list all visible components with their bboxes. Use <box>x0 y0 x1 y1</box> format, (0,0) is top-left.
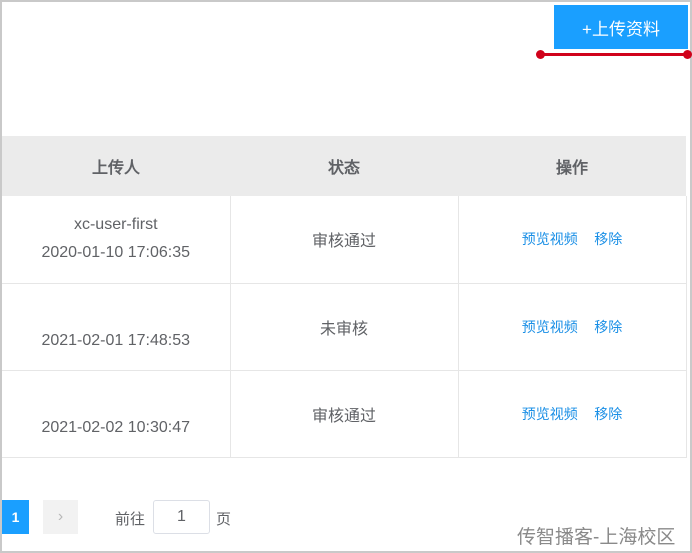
annotation-dot-right <box>683 50 692 59</box>
annotation-dot-left <box>536 50 545 59</box>
column-header-status: 状态 <box>230 136 458 196</box>
remove-link[interactable]: 移除 <box>594 319 622 335</box>
materials-table: 上传人 状态 操作 xc-user-first 2020-01-10 17:06… <box>2 136 687 458</box>
watermark-text: 传智播客-上海校区 <box>517 527 676 548</box>
actions-cell: 预览视频 移除 <box>458 370 687 458</box>
annotation-underline <box>540 53 688 56</box>
status-cell: 审核通过 <box>230 370 459 458</box>
uploader-name <box>2 386 230 414</box>
actions-cell: 预览视频 移除 <box>458 283 687 371</box>
upload-time: 2021-02-01 17:48:53 <box>41 331 191 349</box>
uploader-cell: xc-user-first 2020-01-10 17:06:35 <box>2 196 231 284</box>
remove-link[interactable]: 移除 <box>594 231 622 247</box>
table-row: xc-user-first 2020-01-10 17:06:35 审核通过 预… <box>2 196 687 284</box>
goto-suffix: 页 <box>216 511 232 528</box>
preview-video-link[interactable]: 预览视频 <box>522 406 578 422</box>
upload-time: 2020-01-10 17:06:35 <box>41 244 191 262</box>
remove-link[interactable]: 移除 <box>594 406 622 422</box>
table-row: 2021-02-02 10:30:47 审核通过 预览视频 移除 <box>2 370 687 458</box>
pagination-next-button[interactable]: › <box>43 500 78 534</box>
goto-label: 前往 <box>115 511 146 528</box>
column-header-uploader: 上传人 <box>2 136 230 196</box>
upload-material-button[interactable]: +上传资料 <box>554 5 688 49</box>
status-cell: 未审核 <box>230 283 459 371</box>
pagination-current-page[interactable]: 1 <box>2 500 29 534</box>
goto-page-input[interactable] <box>153 500 210 534</box>
uploader-name <box>2 299 230 327</box>
table-row: 2021-02-01 17:48:53 未审核 预览视频 移除 <box>2 283 687 371</box>
upload-time: 2021-02-02 10:30:47 <box>41 418 191 436</box>
actions-cell: 预览视频 移除 <box>458 196 687 284</box>
uploader-name: xc-user-first <box>73 216 158 234</box>
column-header-actions: 操作 <box>458 136 686 196</box>
uploader-cell: 2021-02-01 17:48:53 <box>2 283 231 371</box>
preview-video-link[interactable]: 预览视频 <box>522 231 578 247</box>
uploader-cell: 2021-02-02 10:30:47 <box>2 370 231 458</box>
preview-video-link[interactable]: 预览视频 <box>522 319 578 335</box>
table-header-row: 上传人 状态 操作 <box>2 136 686 196</box>
status-cell: 审核通过 <box>230 196 459 284</box>
